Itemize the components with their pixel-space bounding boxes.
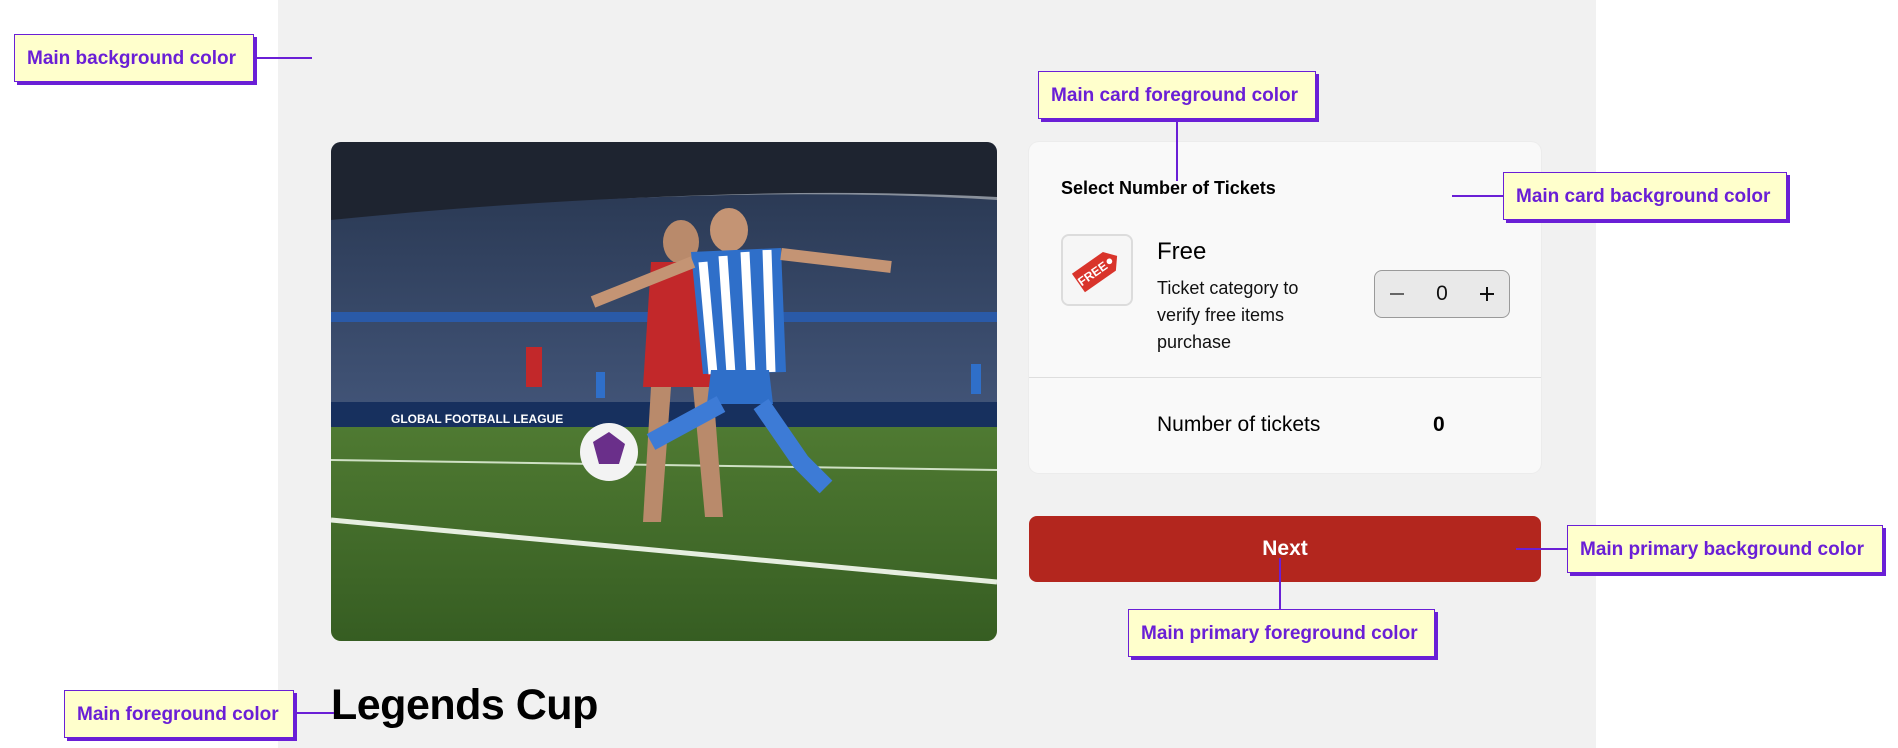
annotation-primary-foreground: Main primary foreground color <box>1128 609 1435 657</box>
annotation-primary-background: Main primary background color <box>1567 525 1883 573</box>
ticket-description: Ticket category to verify free items pur… <box>1157 278 1299 352</box>
next-button[interactable]: Next <box>1029 516 1541 582</box>
quantity-stepper: 0 <box>1374 270 1510 318</box>
ticket-count-value: 0 <box>1433 413 1445 436</box>
annotation-main-background: Main background color <box>14 34 254 82</box>
ticket-count-label: Number of tickets <box>1157 413 1321 436</box>
annotation-leader <box>294 712 334 714</box>
event-title: Legends Cup <box>331 681 598 729</box>
annotation-main-foreground: Main foreground color <box>64 690 294 738</box>
annotation-card-background: Main card background color <box>1503 172 1787 220</box>
annotation-leader <box>1516 548 1567 550</box>
annotation-leader <box>1452 195 1503 197</box>
annotation-leader <box>254 57 312 59</box>
plus-icon <box>1480 287 1494 301</box>
ticket-card: Select Number of Tickets FREE Free Ticke… <box>1029 142 1541 473</box>
annotation-leader <box>1279 558 1281 609</box>
increment-button[interactable] <box>1465 271 1509 317</box>
quantity-value[interactable]: 0 <box>1419 271 1465 317</box>
free-tag-icon: FREE <box>1061 234 1133 306</box>
ticket-name: Free <box>1157 238 1207 265</box>
decrement-button[interactable] <box>1375 271 1419 317</box>
stadium-photo: GLOBAL FOOTBALL LEAGUE <box>331 142 997 641</box>
page: GLOBAL FOOTBALL LEAGUE Legends Cup Selec… <box>0 0 1898 748</box>
minus-icon <box>1390 293 1404 295</box>
svg-text:GLOBAL FOOTBALL LEAGUE: GLOBAL FOOTBALL LEAGUE <box>391 412 563 426</box>
card-divider <box>1029 377 1541 378</box>
annotation-leader <box>1176 119 1178 181</box>
card-heading: Select Number of Tickets <box>1061 178 1276 198</box>
event-image: GLOBAL FOOTBALL LEAGUE <box>331 142 997 641</box>
annotation-card-foreground: Main card foreground color <box>1038 71 1316 119</box>
